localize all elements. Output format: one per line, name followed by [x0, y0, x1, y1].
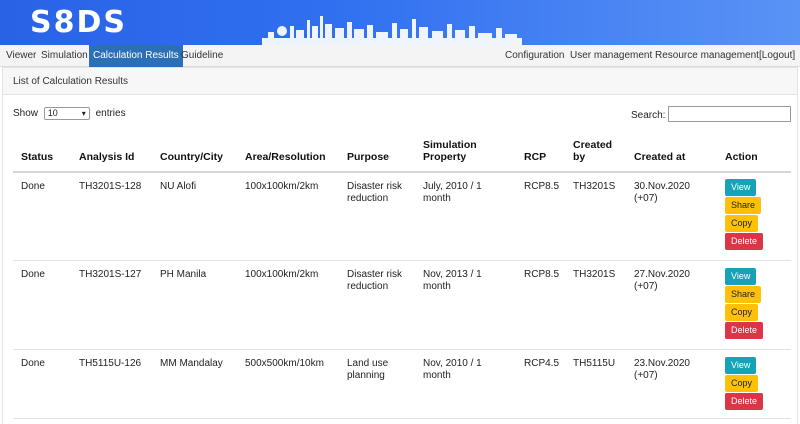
row-divider: [13, 260, 791, 261]
cell-sim-line: Nov, 2010 / 1: [423, 358, 482, 369]
cell-status: Done: [21, 269, 45, 280]
app-logo[interactable]: S8DS: [30, 8, 127, 38]
delete-button[interactable]: Delete: [725, 322, 764, 339]
cell-country-city: PH Manila: [160, 269, 207, 280]
header-simulation-line: Simulation: [423, 139, 477, 151]
header-rcp[interactable]: RCP: [524, 151, 546, 163]
cell-country-city: MM Mandalay: [160, 358, 223, 369]
cell-purpose-line: reduction: [347, 193, 389, 204]
cell-status: Done: [21, 358, 45, 369]
copy-button[interactable]: Copy: [725, 304, 759, 321]
header-purpose[interactable]: Purpose: [347, 151, 389, 163]
cell-country-city: NU Alofi: [160, 181, 197, 192]
cell-simulation-property: Nov, 2010 / 1 month: [423, 358, 482, 382]
cell-purpose: Disaster risk reduction: [347, 269, 402, 293]
header-by-line: by: [573, 151, 586, 163]
cell-rcp: RCP8.5: [524, 269, 560, 280]
cell-status: Done: [21, 181, 45, 192]
nav-configuration[interactable]: Configuration: [501, 45, 568, 67]
row-divider: [13, 418, 791, 419]
cell-simulation-property: Nov, 2013 / 1 month: [423, 269, 482, 293]
show-label: Show: [13, 108, 39, 120]
header-area-resolution[interactable]: Area/Resolution: [245, 151, 326, 163]
nav-guideline[interactable]: Guideline: [177, 45, 227, 67]
cell-created-at: 23.Nov.2020 (+07): [634, 358, 690, 382]
search-input[interactable]: [668, 106, 791, 122]
entries-label: entries: [95, 108, 126, 120]
copy-button[interactable]: Copy: [725, 215, 759, 232]
header-created-at[interactable]: Created at: [634, 151, 685, 163]
cell-created-at-line: (+07): [634, 193, 658, 204]
cell-analysis-id: TH3201S-127: [79, 269, 142, 280]
cell-purpose-line: Land use: [347, 358, 389, 369]
main-navbar: Viewer Simulation Calculation Results Gu…: [0, 45, 800, 67]
cell-sim-line: July, 2010 / 1: [423, 181, 482, 192]
city-skyline-graphic: [262, 16, 522, 45]
header-created-by[interactable]: Created by: [573, 139, 612, 163]
header-country-city[interactable]: Country/City: [160, 151, 223, 163]
header-status[interactable]: Status: [21, 151, 53, 163]
header-property-line: Property: [423, 151, 467, 163]
nav-logout[interactable]: [Logout]: [755, 45, 799, 67]
entries-select-value: 10: [47, 108, 58, 118]
chevron-down-icon: ▾: [81, 109, 86, 118]
delete-button[interactable]: Delete: [725, 233, 764, 250]
delete-button[interactable]: Delete: [725, 393, 764, 410]
cell-area-resolution: 100x100km/2km: [245, 181, 319, 192]
cell-created-at-line: 23.Nov.2020: [634, 358, 690, 369]
nav-viewer[interactable]: Viewer: [2, 45, 40, 67]
view-button[interactable]: View: [725, 357, 757, 374]
cell-created-at-line: 27.Nov.2020: [634, 269, 690, 280]
cell-created-at-line: 30.Nov.2020: [634, 181, 690, 192]
cell-created-at: 30.Nov.2020 (+07): [634, 181, 690, 205]
cell-sim-line: month: [423, 193, 451, 204]
cell-created-at: 27.Nov.2020 (+07): [634, 269, 690, 293]
cell-created-by: TH5115U: [573, 358, 616, 369]
search-label: Search:: [631, 110, 666, 121]
nav-simulation[interactable]: Simulation: [37, 45, 92, 67]
cell-sim-line: month: [423, 370, 451, 381]
header-simulation-property[interactable]: Simulation Property: [423, 139, 477, 163]
nav-user-management[interactable]: User management: [566, 45, 656, 67]
header-divider: [13, 171, 791, 173]
cell-created-at-line: (+07): [634, 370, 658, 381]
panel-title: List of Calculation Results: [3, 68, 797, 95]
cell-rcp: RCP8.5: [524, 181, 560, 192]
nav-calculation-results[interactable]: Calculation Results: [89, 45, 183, 67]
share-button[interactable]: Share: [725, 286, 762, 303]
cell-area-resolution: 500x500km/10km: [245, 358, 324, 369]
cell-created-by: TH3201S: [573, 269, 616, 280]
cell-sim-line: Nov, 2013 / 1: [423, 269, 482, 280]
cell-purpose-line: planning: [347, 370, 385, 381]
share-button[interactable]: Share: [725, 197, 762, 214]
header-created-line: Created: [573, 139, 613, 151]
header-banner: S8DS: [0, 0, 800, 45]
cell-rcp: RCP4.5: [524, 358, 560, 369]
view-button[interactable]: View: [725, 268, 757, 285]
entries-select[interactable]: 10 ▾: [43, 107, 90, 120]
cell-sim-line: month: [423, 281, 451, 292]
header-analysis-id[interactable]: Analysis Id: [79, 151, 134, 163]
cell-purpose-line: Disaster risk: [347, 269, 403, 280]
cell-created-by: TH3201S: [573, 181, 616, 192]
cell-analysis-id: TH3201S-128: [79, 181, 142, 192]
entries-control: Show 10 ▾ entries: [13, 107, 126, 120]
cell-area-resolution: 100x100km/2km: [245, 269, 319, 280]
cell-purpose-line: reduction: [347, 281, 389, 292]
cell-purpose: Land use planning: [347, 358, 388, 382]
copy-button[interactable]: Copy: [725, 375, 759, 392]
cell-simulation-property: July, 2010 / 1 month: [423, 181, 482, 205]
header-action: Action: [725, 151, 758, 163]
cell-analysis-id: TH5115U-126: [79, 358, 142, 369]
cell-purpose: Disaster risk reduction: [347, 181, 402, 205]
results-panel: List of Calculation Results Show 10 ▾ en…: [2, 67, 798, 424]
cell-created-at-line: (+07): [634, 281, 658, 292]
nav-resource-management[interactable]: Resource management: [651, 45, 763, 67]
cell-purpose-line: Disaster risk: [347, 181, 403, 192]
row-divider: [13, 349, 791, 350]
view-button[interactable]: View: [725, 179, 757, 196]
